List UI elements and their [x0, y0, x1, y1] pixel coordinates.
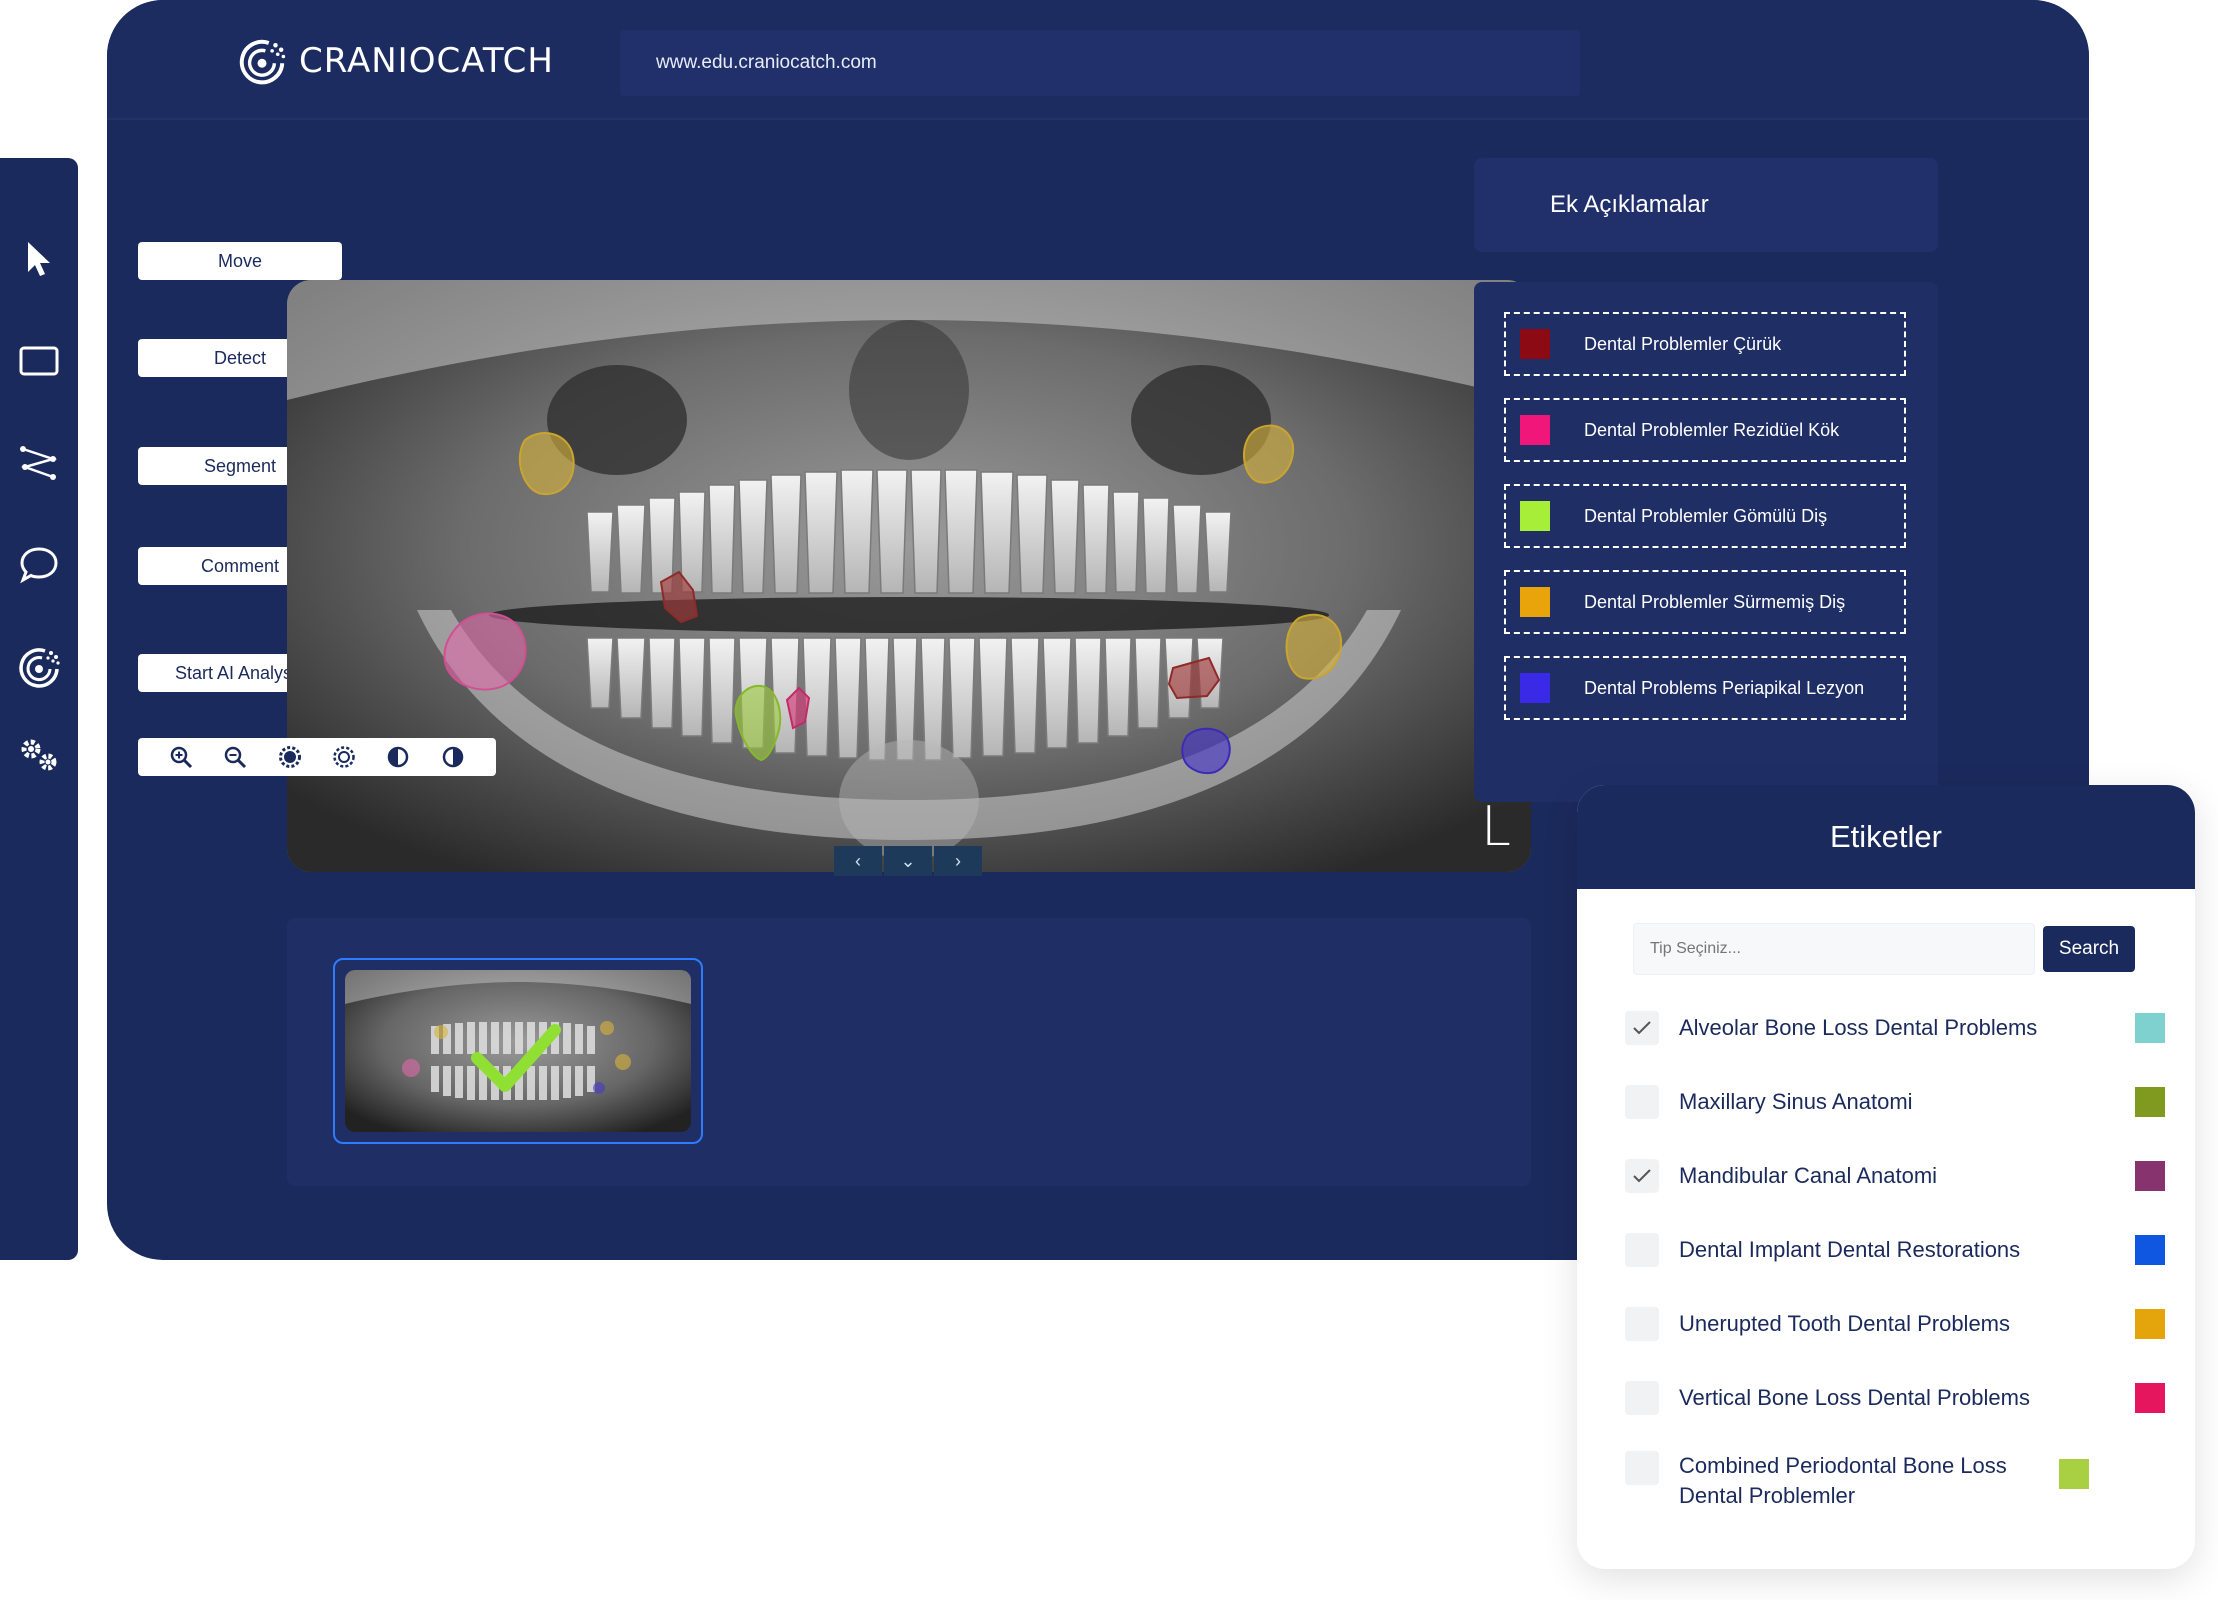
label-checkbox[interactable] — [1625, 1233, 1659, 1267]
label-text: Maxillary Sinus Anatomi — [1679, 1089, 1913, 1115]
zoom-out-icon[interactable] — [223, 745, 247, 769]
label-color-swatch — [2135, 1383, 2165, 1413]
label-checkbox[interactable] — [1625, 1307, 1659, 1341]
legend-swatch — [1520, 329, 1550, 359]
label-text: Unerupted Tooth Dental Problems — [1679, 1311, 2011, 1337]
check-icon — [1633, 1169, 1651, 1183]
brightness-up-icon[interactable] — [278, 745, 302, 769]
legend-item[interactable]: Dental Problems Periapikal Lezyon — [1504, 656, 1906, 720]
settings-gears-icon[interactable] — [14, 730, 64, 780]
pointer-icon[interactable] — [14, 234, 64, 284]
legend-item[interactable]: Dental Problemler Gömülü Diş — [1504, 484, 1906, 548]
legend-swatch — [1520, 501, 1550, 531]
label-checkbox[interactable] — [1625, 1011, 1659, 1045]
label-color-swatch — [2059, 1459, 2089, 1489]
label-text: Mandibular Canal Anatomi — [1679, 1163, 1938, 1189]
browser-topbar: CRANIOCATCH www.edu.craniocatch.com — [107, 0, 2089, 120]
etiketler-title: Etiketler — [1577, 785, 2195, 889]
xray-thumbnail[interactable] — [333, 958, 703, 1144]
label-text: Alveolar Bone Loss Dental Problems — [1679, 1015, 2038, 1041]
label-color-swatch — [2135, 1235, 2165, 1265]
thumbnail-image — [345, 970, 691, 1132]
craniocatch-logo-icon[interactable] — [14, 642, 64, 692]
image-nav-strip: ‹ ⌄ › — [834, 846, 982, 876]
zoom-in-icon[interactable] — [169, 745, 193, 769]
rectangle-icon[interactable] — [14, 336, 64, 386]
comment-icon[interactable] — [14, 540, 64, 590]
label-text: Vertical Bone Loss Dental Problems — [1679, 1385, 2030, 1411]
brand-name: CRANIOCATCH — [299, 41, 554, 81]
legend-swatch — [1520, 673, 1550, 703]
legend-swatch — [1520, 415, 1550, 445]
polyline-icon[interactable] — [14, 438, 64, 488]
orientation-marker: L — [1480, 795, 1511, 858]
legend-swatch — [1520, 587, 1550, 617]
legend-item[interactable]: Dental Problemler Rezidüel Kök — [1504, 398, 1906, 462]
label-checkbox[interactable] — [1625, 1085, 1659, 1119]
expand-button[interactable]: ⌄ — [884, 846, 932, 876]
etiketler-panel: Etiketler Search Alveolar Bone Loss Dent… — [1577, 785, 2195, 1569]
brightness-down-icon[interactable] — [332, 745, 356, 769]
legend-label: Dental Problemler Sürmemiş Diş — [1584, 591, 1846, 612]
legend-label: Dental Problemler Rezidüel Kök — [1584, 419, 1840, 440]
thumbnail-strip — [287, 918, 1531, 1186]
label-row: Dental Implant Dental Restorations — [1625, 1233, 2165, 1267]
label-row: Maxillary Sinus Anatomi — [1625, 1085, 2165, 1119]
label-checkbox[interactable] — [1625, 1451, 1659, 1485]
label-row: Vertical Bone Loss Dental Problems — [1625, 1381, 2165, 1415]
label-row: Unerupted Tooth Dental Problems — [1625, 1307, 2165, 1341]
image-tools-bar — [138, 738, 496, 776]
previous-button[interactable]: ‹ — [834, 846, 882, 876]
check-icon — [1633, 1021, 1651, 1035]
label-checkbox[interactable] — [1625, 1381, 1659, 1415]
address-bar[interactable]: www.edu.craniocatch.com — [620, 30, 1580, 96]
label-color-swatch — [2135, 1087, 2165, 1117]
label-color-swatch — [2135, 1161, 2165, 1191]
legend-item[interactable]: Dental Problemler Sürmemiş Diş — [1504, 570, 1906, 634]
label-color-swatch — [2135, 1309, 2165, 1339]
annotation-legend: Dental Problemler Çürük Dental Problemle… — [1474, 282, 1938, 802]
label-row: Alveolar Bone Loss Dental Problems — [1625, 1011, 2165, 1045]
label-checkbox[interactable] — [1625, 1159, 1659, 1193]
invert-icon[interactable] — [441, 745, 465, 769]
logo-mark-icon — [239, 39, 286, 85]
move-button[interactable]: Move — [138, 242, 342, 280]
contrast-icon[interactable] — [386, 745, 410, 769]
next-button[interactable]: › — [934, 846, 982, 876]
legend-item[interactable]: Dental Problemler Çürük — [1504, 312, 1906, 376]
label-text: Dental Implant Dental Restorations — [1679, 1237, 2021, 1263]
craniocatch-logo: CRANIOCATCH — [235, 34, 554, 88]
label-search-input[interactable] — [1633, 923, 2035, 975]
tool-palette — [0, 158, 78, 1260]
label-row: Mandibular Canal Anatomi — [1625, 1159, 2165, 1193]
panoramic-xray-viewer[interactable]: L — [287, 280, 1531, 872]
legend-label: Dental Problemler Gömülü Diş — [1584, 505, 1828, 526]
search-button[interactable]: Search — [2043, 926, 2135, 972]
legend-label: Dental Problems Periapikal Lezyon — [1584, 677, 1865, 698]
ek-aciklamalar-header: Ek Açıklamalar — [1474, 158, 1938, 252]
xray-image — [287, 280, 1531, 872]
label-row: Combined Periodontal Bone Loss Dental Pr… — [1625, 1451, 2165, 1510]
legend-label: Dental Problemler Çürük — [1584, 333, 1782, 354]
label-text: Combined Periodontal Bone Loss Dental Pr… — [1679, 1453, 2007, 1508]
label-color-swatch — [2135, 1013, 2165, 1043]
